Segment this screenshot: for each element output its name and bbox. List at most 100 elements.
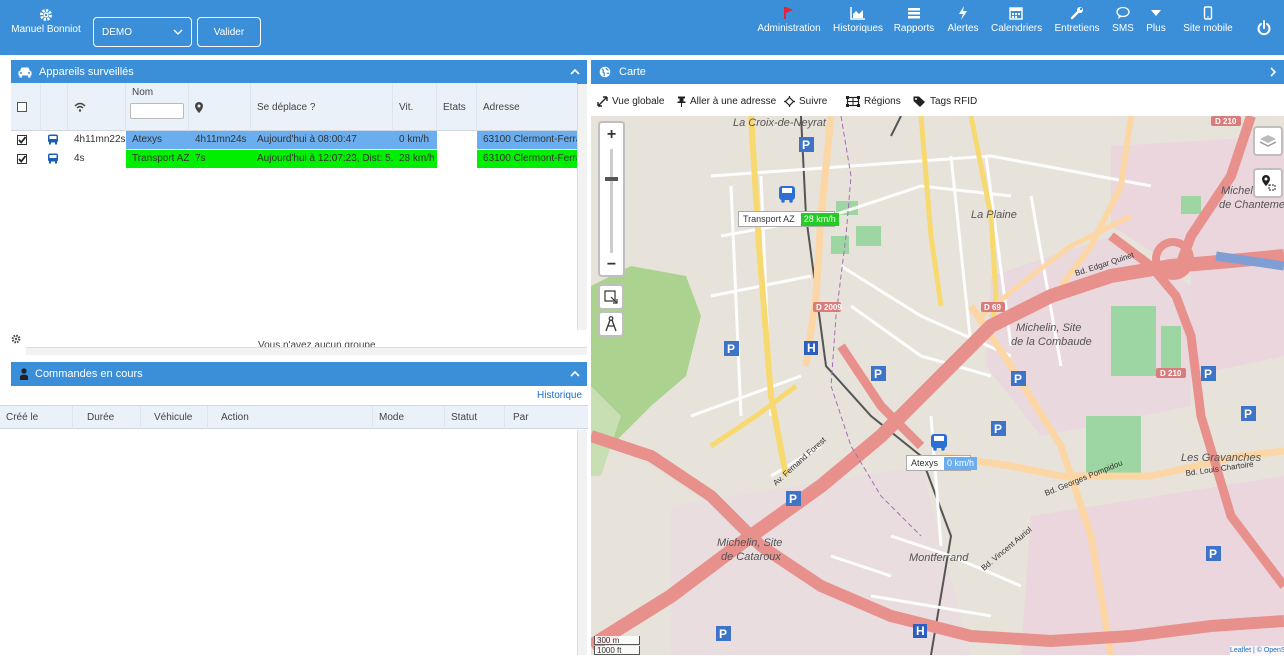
speed-column[interactable]: Vit.: [393, 83, 437, 131]
nav-label: Rapports: [893, 23, 935, 34]
zoom-slider-track[interactable]: [610, 149, 613, 253]
nav-label: Entretiens: [1054, 23, 1100, 34]
map-tiles[interactable]: P P P P P P P P P P H H D 2009 D 69 D 21…: [591, 116, 1284, 655]
gps-column[interactable]: [189, 83, 251, 131]
row-checkbox-cell: [11, 150, 41, 168]
validate-button[interactable]: Valider: [197, 17, 261, 47]
name-filter-input[interactable]: [130, 103, 184, 119]
map-attribution[interactable]: Leaflet | © OpenStreetMap: [1230, 646, 1284, 655]
mode-column[interactable]: Mode: [373, 406, 445, 429]
signal-cell: 4h11mn22s: [74, 134, 126, 145]
row-checkbox[interactable]: [17, 135, 27, 145]
nav-entretiens[interactable]: Entretiens: [1052, 4, 1102, 52]
nav-label: SMS: [1112, 23, 1134, 34]
chat-bubble-icon: [1116, 6, 1130, 19]
by-column[interactable]: Par: [505, 406, 588, 429]
commands-panel-title: Commandes en cours: [35, 368, 143, 380]
goto-address-label: Aller à une adresse: [690, 95, 777, 107]
nav-historiques[interactable]: Historiques: [831, 4, 885, 52]
commands-table-header: Créé le Durée Véhicule Action Mode Statu…: [0, 405, 588, 429]
svg-text:P: P: [1244, 407, 1252, 421]
zoom-in-button[interactable]: +: [600, 124, 623, 146]
vehicle-name-cell: Atexys: [126, 131, 189, 149]
road-shield-d2009: D 2009: [816, 303, 842, 312]
action-column[interactable]: Action: [215, 406, 373, 429]
compass-measure-icon: [605, 316, 617, 332]
place-label-croix-neyrat: La Croix-de-Neyrat: [733, 117, 827, 129]
table-row[interactable]: 4h11mn22s Atexys 4h11mn24s Aujourd'hui à…: [11, 131, 577, 149]
svg-text:P: P: [994, 422, 1002, 436]
logout-button[interactable]: [1256, 20, 1272, 36]
list-icon: [908, 8, 920, 19]
place-label-michelin-cataroux-2: de Cataroux: [721, 551, 781, 563]
speed-cell: 28 km/h: [393, 150, 437, 168]
nav-sms[interactable]: SMS: [1110, 4, 1136, 52]
bolt-icon: [959, 6, 967, 20]
states-column[interactable]: Etats: [437, 83, 477, 131]
goto-address-tool[interactable]: Aller à une adresse: [677, 93, 776, 109]
select-all-cell: [11, 83, 41, 131]
area-chart-icon: [850, 7, 865, 20]
person-icon: [20, 367, 28, 380]
nav-alertes[interactable]: Alertes: [944, 4, 982, 52]
svg-text:P: P: [1204, 367, 1212, 381]
expand-chevron-icon[interactable]: [1268, 66, 1278, 78]
expand-arrows-icon: [597, 95, 608, 107]
layers-button[interactable]: [1253, 126, 1283, 156]
status-column[interactable]: Statut: [445, 406, 505, 429]
vehicle-name-cell: Transport AZ: [126, 150, 189, 168]
power-icon: [1257, 20, 1271, 36]
user-menu[interactable]: Manuel Bonniot: [6, 4, 86, 50]
address-column[interactable]: Adresse: [477, 83, 577, 131]
vehicle-label-atexys[interactable]: Atexys 0 km/h: [906, 455, 978, 471]
group-settings-gear-icon[interactable]: [11, 334, 21, 344]
poi-button[interactable]: [1253, 168, 1283, 198]
vehicle-label-transport-az[interactable]: Transport AZ 28 km/h: [738, 211, 839, 227]
wifi-icon: [74, 102, 86, 112]
row-checkbox-cell: [11, 131, 41, 149]
road-shield-d69: D 69: [984, 303, 1001, 312]
states-cell: [437, 150, 477, 168]
collapse-chevron-icon[interactable]: [569, 66, 581, 78]
vehicle-label-name: Transport AZ: [743, 214, 795, 224]
created-column[interactable]: Créé le: [0, 406, 73, 429]
account-select[interactable]: DEMO: [93, 17, 192, 47]
table-row[interactable]: 4s Transport AZ 7s Aujourd'hui à 12:07:2…: [11, 150, 577, 168]
follow-tool[interactable]: Suivre: [784, 93, 827, 109]
nav-calendriers[interactable]: Calendriers: [991, 4, 1042, 52]
map-view[interactable]: P P P P P P P P P P H H D 2009 D 69 D 21…: [591, 116, 1284, 655]
zoom-slider-handle[interactable]: [605, 177, 618, 181]
measure-button[interactable]: [598, 311, 624, 337]
duration-column[interactable]: Durée: [81, 406, 141, 429]
name-column: Nom: [126, 83, 189, 131]
place-label-michelin-combaude-1: Michelin, Site: [1016, 322, 1081, 334]
overview-tool[interactable]: Vue globale: [597, 93, 664, 109]
chevron-down-icon: [173, 29, 183, 35]
vehicle-label-speed: 0 km/h: [944, 456, 978, 470]
vehicle-column[interactable]: Véhicule: [148, 406, 208, 429]
rfid-tool[interactable]: Tags RFID: [913, 93, 977, 109]
signal-column[interactable]: [68, 83, 126, 131]
devices-panel-header: Appareils surveillés: [11, 60, 587, 84]
nav-label: Site mobile: [1183, 23, 1233, 34]
collapse-chevron-icon[interactable]: [569, 368, 581, 380]
globe-icon: [599, 66, 611, 78]
devices-horizontal-scrollbar[interactable]: [26, 347, 587, 355]
nav-site-mobile[interactable]: Site mobile: [1180, 4, 1236, 52]
select-all-checkbox[interactable]: [17, 102, 27, 112]
layers-icon: [1259, 135, 1277, 147]
regions-tool[interactable]: Régions: [846, 93, 901, 109]
zoom-box-button[interactable]: [598, 284, 624, 310]
nav-rapports[interactable]: Rapports: [893, 4, 935, 52]
moving-column[interactable]: Se déplace ?: [251, 83, 393, 131]
nav-plus[interactable]: Plus: [1144, 4, 1168, 52]
car-icon: [18, 67, 32, 78]
zoom-out-button[interactable]: −: [600, 254, 623, 276]
devices-vertical-scrollbar[interactable]: [577, 84, 587, 330]
name-column-label: Nom: [132, 87, 154, 98]
history-link[interactable]: Historique: [537, 390, 582, 401]
row-checkbox[interactable]: [17, 154, 27, 164]
address-cell: 63100 Clermont-Ferrand: [477, 131, 577, 149]
nav-administration[interactable]: Administration: [757, 4, 821, 52]
commands-vertical-scrollbar[interactable]: [577, 430, 587, 655]
